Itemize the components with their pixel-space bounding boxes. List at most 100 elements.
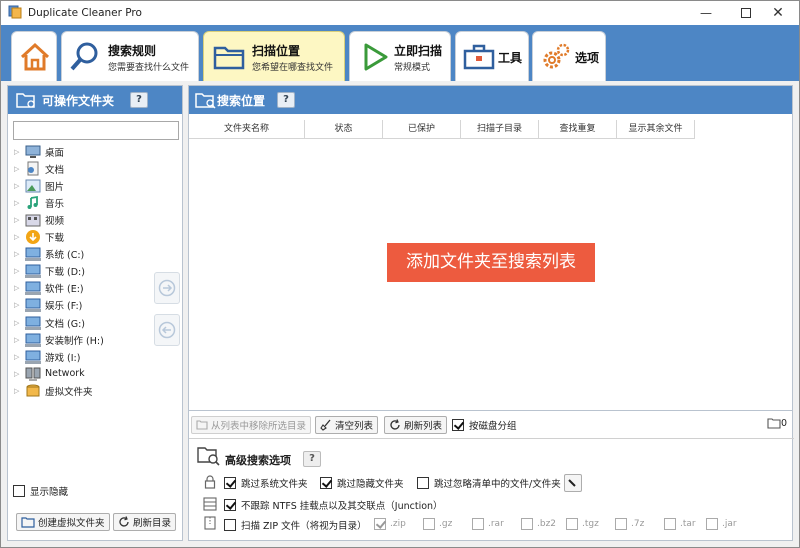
add-to-search-button[interactable]	[154, 272, 180, 304]
operable-folders-help[interactable]: ?	[130, 92, 148, 108]
ext-checkbox[interactable]	[615, 518, 627, 530]
arrow-right-circle-icon	[158, 279, 176, 297]
expand-arrow-icon[interactable]: ▷	[14, 165, 24, 173]
tab-scan-location[interactable]: 扫描位置 您希望在哪查找文件	[203, 31, 345, 81]
skip-system-checkbox[interactable]	[224, 477, 236, 489]
tree-item[interactable]: ▷ 下载	[14, 229, 64, 246]
ext-option[interactable]: .jar	[706, 518, 737, 530]
skip-hidden-checkbox[interactable]	[320, 477, 332, 489]
search-location-help[interactable]: ?	[277, 92, 295, 108]
ext-checkbox[interactable]	[566, 518, 578, 530]
scan-zip-option[interactable]: 扫描 ZIP 文件（将视为目录）	[224, 518, 367, 532]
search-options-area: 从列表中移除所选目录 清空列表 刷新列表 按磁盘分组 0 高级搜索选项 ? 跳过…	[188, 411, 794, 541]
network-icon	[25, 367, 41, 381]
remove-folder-icon	[196, 420, 208, 430]
ext-label: .7z	[631, 519, 645, 529]
skip-hidden-option[interactable]: 跳过隐藏文件夹	[320, 476, 404, 490]
tree-item[interactable]: ▷ 文档 (G:)	[14, 314, 85, 331]
expand-arrow-icon[interactable]: ▷	[14, 250, 24, 258]
clear-list-button[interactable]: 清空列表	[315, 416, 379, 434]
close-button[interactable]: ✕	[755, 1, 800, 25]
show-hidden-checkbox[interactable]	[13, 485, 25, 497]
ext-option[interactable]: .tar	[664, 518, 696, 530]
expand-arrow-icon[interactable]: ▷	[14, 336, 24, 344]
column-protected[interactable]: 已保护	[383, 120, 461, 139]
tree-item[interactable]: ▷ 音乐	[14, 194, 64, 211]
refresh-list-button[interactable]: 刷新列表	[384, 416, 448, 434]
operable-folders-header: 可操作文件夹 ?	[8, 86, 182, 114]
expand-arrow-icon[interactable]: ▷	[14, 301, 24, 309]
tree-item[interactable]: ▷ 软件 (E:)	[14, 280, 84, 297]
expand-arrow-icon[interactable]: ▷	[14, 284, 24, 292]
tree-item[interactable]: ▷ 游戏 (I:)	[14, 348, 80, 365]
ntfs-option[interactable]: 不跟踪 NTFS 挂载点以及其交联点（Junction）	[224, 498, 443, 512]
ext-checkbox[interactable]	[423, 518, 435, 530]
tree-item[interactable]: ▷ 虚拟文件夹	[14, 382, 93, 399]
drive-icon	[25, 247, 41, 262]
ext-checkbox[interactable]	[706, 518, 718, 530]
expand-arrow-icon[interactable]: ▷	[14, 182, 24, 190]
expand-arrow-icon[interactable]: ▷	[14, 370, 24, 378]
ext-option[interactable]: .zip	[374, 518, 406, 530]
ext-option[interactable]: .bz2	[521, 518, 556, 530]
ext-option[interactable]: .7z	[615, 518, 644, 530]
tree-filter-input[interactable]	[13, 121, 179, 140]
tree-item[interactable]: ▷ 桌面	[14, 143, 64, 160]
expand-arrow-icon[interactable]: ▷	[14, 148, 24, 156]
tree-item[interactable]: ▷ 安装制作 (H:)	[14, 331, 104, 348]
tree-item[interactable]: ▷ 系统 (C:)	[14, 246, 84, 263]
tab-tools[interactable]: 工具	[455, 31, 529, 81]
expand-arrow-icon[interactable]: ▷	[14, 233, 24, 241]
tree-item[interactable]: ▷ 下载 (D:)	[14, 263, 85, 280]
ext-checkbox[interactable]	[521, 518, 533, 530]
column-scan-subdirs[interactable]: 扫描子目录	[461, 120, 539, 139]
tree-item[interactable]: ▷ 图片	[14, 177, 64, 194]
skip-ignore-list-checkbox[interactable]	[417, 477, 429, 489]
remove-from-search-button[interactable]	[154, 314, 180, 346]
group-by-disk-checkbox[interactable]	[452, 419, 464, 431]
tab-search-rules-subtitle: 您需要查找什么文件	[108, 63, 190, 73]
expand-arrow-icon[interactable]: ▷	[14, 319, 24, 327]
minimize-icon: —	[700, 6, 712, 20]
advanced-options-help[interactable]: ?	[303, 451, 321, 467]
tab-search-rules[interactable]: 搜索规则 您需要查找什么文件	[61, 31, 199, 81]
remove-selected-button[interactable]: 从列表中移除所选目录	[191, 416, 312, 434]
tree-item-label: 软件 (E:)	[45, 284, 84, 296]
ntfs-checkbox[interactable]	[224, 499, 236, 511]
tree-item[interactable]: ▷ 娱乐 (F:)	[14, 297, 82, 314]
folder-icon	[213, 46, 245, 70]
skip-system-option[interactable]: 跳过系统文件夹	[224, 476, 308, 490]
expand-arrow-icon[interactable]: ▷	[14, 267, 24, 275]
edit-ignore-list-button[interactable]	[564, 474, 582, 492]
expand-arrow-icon[interactable]: ▷	[14, 353, 24, 361]
skip-ignore-list-option[interactable]: 跳过忽略清单中的文件/文件夹	[417, 476, 561, 490]
column-folder-name[interactable]: 文件夹名称	[189, 120, 305, 139]
group-by-disk-option[interactable]: 按磁盘分组	[452, 418, 517, 432]
column-show-other-files[interactable]: 显示其余文件	[617, 120, 695, 139]
refresh-directory-button[interactable]: 刷新目录	[113, 513, 177, 531]
ext-option[interactable]: .rar	[472, 518, 504, 530]
scan-zip-label: 扫描 ZIP 文件（将视为目录）	[241, 521, 367, 532]
expand-arrow-icon[interactable]: ▷	[14, 387, 24, 395]
create-virtual-folder-button[interactable]: 创建虚拟文件夹	[16, 513, 110, 531]
expand-arrow-icon[interactable]: ▷	[14, 199, 24, 207]
tab-options[interactable]: 选项	[532, 31, 606, 81]
tree-item[interactable]: ▷ 文档	[14, 160, 64, 177]
ext-checkbox[interactable]	[472, 518, 484, 530]
tab-scan-now[interactable]: 立即扫描 常规模式	[349, 31, 451, 81]
tree-item[interactable]: ▷ 视频	[14, 211, 64, 228]
scan-zip-checkbox[interactable]	[224, 519, 236, 531]
column-find-duplicates[interactable]: 查找重复	[539, 120, 617, 139]
ext-checkbox[interactable]	[664, 518, 676, 530]
ext-option[interactable]: .tgz	[566, 518, 599, 530]
tab-home[interactable]	[11, 31, 57, 81]
tree-item[interactable]: ▷ Network	[14, 365, 85, 382]
show-hidden-option[interactable]: 显示隐藏	[13, 484, 68, 498]
refresh-icon	[390, 419, 400, 430]
new-folder-icon	[21, 517, 35, 528]
clear-list-label: 清空列表	[335, 421, 374, 432]
column-status[interactable]: 状态	[305, 120, 383, 139]
ext-option[interactable]: .gz	[423, 518, 452, 530]
ext-checkbox[interactable]	[374, 518, 386, 530]
expand-arrow-icon[interactable]: ▷	[14, 216, 24, 224]
